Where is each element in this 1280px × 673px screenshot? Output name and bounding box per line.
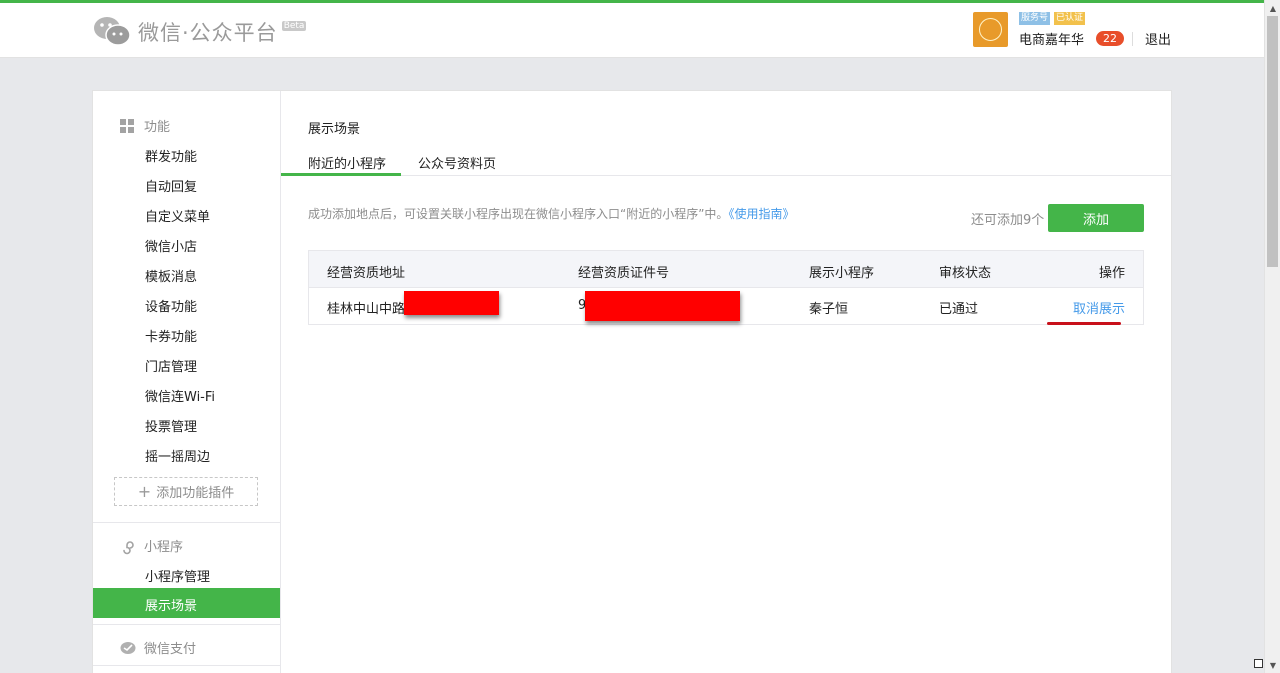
cell-address: 桂林中山中路 bbox=[327, 302, 406, 317]
sidebar-item-template-message[interactable]: 模板消息 bbox=[145, 266, 197, 285]
sidebar-item-wechat-store[interactable]: 微信小店 bbox=[145, 236, 197, 255]
scroll-down-arrow-icon[interactable]: ▼ bbox=[1265, 657, 1280, 673]
wechat-logo-icon bbox=[92, 15, 132, 49]
tab-nearby-miniprograms[interactable]: 附近的小程序 bbox=[308, 153, 386, 172]
account-area: 服务号 已认证 电商嘉年华 22 退出 bbox=[973, 12, 1171, 48]
sidebar-group-label: 功能 bbox=[144, 120, 171, 135]
wechat-pay-icon bbox=[120, 641, 136, 655]
remaining-count: 还可添加9个 bbox=[971, 213, 1045, 228]
header: 微信·公众平台 Beta 服务号 已认证 电商嘉年华 22 退出 bbox=[0, 3, 1264, 58]
usage-guide-link[interactable]: 《使用指南》 bbox=[728, 207, 794, 221]
redaction-mark bbox=[404, 291, 499, 315]
sidebar-item-device[interactable]: 设备功能 bbox=[145, 296, 197, 315]
column-header-status: 审核状态 bbox=[939, 266, 992, 281]
sidebar-item-wifi[interactable]: 微信连Wi-Fi bbox=[145, 386, 215, 405]
account-name[interactable]: 电商嘉年华 bbox=[1019, 29, 1084, 48]
sidebar-item-coupons[interactable]: 卡券功能 bbox=[145, 326, 197, 345]
cell-status: 已通过 bbox=[939, 302, 979, 317]
cancel-display-link[interactable]: 取消展示 bbox=[1073, 298, 1125, 317]
page-title: 展示场景 bbox=[308, 122, 361, 137]
sidebar-item-display-scene[interactable]: 展示场景 bbox=[93, 588, 280, 618]
avatar-seal bbox=[979, 18, 1002, 41]
scroll-up-arrow-icon[interactable]: ▲ bbox=[1265, 0, 1280, 16]
miniprogram-icon bbox=[120, 539, 134, 554]
location-table: 经营资质地址 经营资质证件号 展示小程序 审核状态 操作 桂林中山中路 9 秦子… bbox=[308, 250, 1144, 325]
column-header-address: 经营资质地址 bbox=[327, 266, 406, 281]
sidebar-group-pay: 微信支付 bbox=[120, 638, 196, 657]
content-card: 功能 群发功能 自动回复 自定义菜单 微信小店 模板消息 设备功能 卡券功能 门… bbox=[92, 90, 1172, 673]
resize-corner-icon bbox=[1254, 659, 1263, 668]
plus-icon: + bbox=[137, 482, 152, 501]
tab-profile-page[interactable]: 公众号资料页 bbox=[418, 153, 496, 172]
service-account-tag: 服务号 bbox=[1019, 12, 1051, 25]
sidebar-divider bbox=[93, 665, 280, 666]
sidebar-item-miniprogram-management[interactable]: 小程序管理 bbox=[145, 566, 210, 585]
vertical-scrollbar[interactable]: ▲ ▼ bbox=[1264, 0, 1280, 673]
sidebar-item-custom-menu[interactable]: 自定义菜单 bbox=[145, 206, 210, 225]
sidebar-item-mass-send[interactable]: 群发功能 bbox=[145, 146, 197, 165]
table-header: 经营资质地址 经营资质证件号 展示小程序 审核状态 操作 bbox=[309, 251, 1143, 288]
sidebar-group-label: 小程序 bbox=[144, 540, 184, 555]
sidebar-item-store-management[interactable]: 门店管理 bbox=[145, 356, 197, 375]
sidebar-item-auto-reply[interactable]: 自动回复 bbox=[145, 176, 197, 195]
column-header-action: 操作 bbox=[1099, 266, 1126, 281]
beta-badge: Beta bbox=[281, 21, 307, 31]
sidebar-item-voting[interactable]: 投票管理 bbox=[145, 416, 197, 435]
sidebar-group-miniprogram: 小程序 bbox=[120, 536, 183, 555]
notification-badge[interactable]: 22 bbox=[1096, 31, 1125, 46]
sidebar-divider bbox=[93, 522, 280, 523]
logout-link[interactable]: 退出 bbox=[1145, 29, 1171, 48]
info-message: 成功添加地点后，可设置关联小程序出现在微信小程序入口“附近的小程序”中。 bbox=[308, 207, 729, 221]
tab-bar: 附近的小程序 公众号资料页 bbox=[281, 147, 1171, 176]
add-plugin-button[interactable]: + 添加功能插件 bbox=[114, 477, 258, 506]
info-text: 成功添加地点后，可设置关联小程序出现在微信小程序入口“附近的小程序”中。《使用指… bbox=[308, 205, 794, 222]
verified-tag: 已认证 bbox=[1054, 12, 1086, 25]
avatar[interactable] bbox=[973, 12, 1008, 47]
divider bbox=[1132, 31, 1134, 46]
column-header-license: 经营资质证件号 bbox=[578, 266, 670, 281]
add-plugin-label: 添加功能插件 bbox=[156, 486, 235, 501]
sidebar-item-label: 展示场景 bbox=[145, 599, 198, 614]
cell-miniprogram: 秦子恒 bbox=[809, 302, 849, 317]
tab-active-indicator bbox=[281, 173, 401, 176]
sidebar-group-label: 微信支付 bbox=[144, 642, 197, 657]
redaction-mark bbox=[585, 291, 740, 321]
sidebar-item-shake[interactable]: 摇一摇周边 bbox=[145, 446, 210, 465]
main-content: 展示场景 附近的小程序 公众号资料页 成功添加地点后，可设置关联小程序出现在微信… bbox=[281, 91, 1171, 673]
grid-icon bbox=[120, 118, 134, 133]
column-header-miniprogram: 展示小程序 bbox=[809, 266, 875, 281]
sidebar-group-function: 功能 bbox=[120, 116, 170, 135]
logo-title: 微信·公众平台 bbox=[138, 21, 278, 45]
add-button[interactable]: 添加 bbox=[1048, 204, 1144, 232]
logo[interactable]: 微信·公众平台 Beta bbox=[92, 15, 307, 49]
annotation-underline bbox=[1047, 322, 1121, 325]
sidebar: 功能 群发功能 自动回复 自定义菜单 微信小店 模板消息 设备功能 卡券功能 门… bbox=[93, 91, 281, 673]
sidebar-divider bbox=[93, 624, 280, 625]
scroll-thumb[interactable] bbox=[1267, 16, 1278, 267]
